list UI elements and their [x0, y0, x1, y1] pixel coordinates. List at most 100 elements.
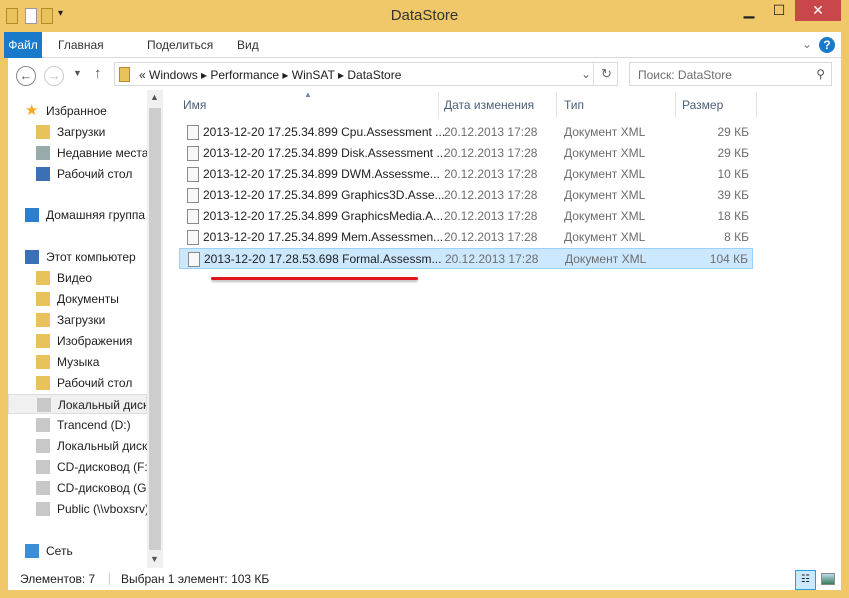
sidebar-item[interactable]: Видео: [8, 268, 147, 288]
column-header-date[interactable]: Дата изменения: [444, 98, 534, 112]
tab-home[interactable]: Главная: [48, 32, 114, 58]
file-row[interactable]: 2013-12-20 17.25.34.899 Mem.Assessmen...…: [179, 227, 753, 248]
sidebar-item-label: Локальный диск (E:): [57, 439, 147, 453]
file-size: 29 КБ: [717, 125, 749, 139]
file-type: Документ XML: [564, 188, 646, 202]
file-row[interactable]: 2013-12-20 17.25.34.899 GraphicsMedia.A.…: [179, 206, 753, 227]
file-date: 20.12.2013 17:28: [444, 230, 538, 244]
file-name: 2013-12-20 17.25.34.899 DWM.Assessme...: [203, 167, 440, 181]
sidebar-item-label: CD-дисковод (G:): [57, 481, 147, 495]
file-name: 2013-12-20 17.25.34.899 GraphicsMedia.A.…: [203, 209, 444, 223]
downloads-folder-icon: [36, 313, 50, 327]
file-row[interactable]: 2013-12-20 17.25.34.899 Graphics3D.Asse.…: [179, 185, 753, 206]
details-view-button[interactable]: ☷: [795, 570, 816, 590]
file-row[interactable]: 2013-12-20 17.28.53.698 Formal.Assessm..…: [179, 248, 753, 269]
sidebar-item[interactable]: Trancend (D:): [8, 415, 147, 435]
column-header-size[interactable]: Размер: [682, 98, 723, 112]
video-folder-icon: [36, 271, 50, 285]
scroll-down-icon[interactable]: ▼: [150, 554, 159, 564]
search-placeholder: Поиск: DataStore: [638, 68, 732, 82]
address-bar[interactable]: « Windows ▸ Performance ▸ WinSAT ▸ DataS…: [114, 62, 618, 86]
sidebar-item[interactable]: Рабочий стол: [8, 164, 147, 184]
sidebar-item[interactable]: Недавние места: [8, 143, 147, 163]
forward-button[interactable]: →: [44, 66, 64, 86]
sidebar-item[interactable]: Домашняя группа: [8, 205, 147, 225]
scroll-up-icon[interactable]: ▲: [150, 92, 159, 102]
back-button[interactable]: ←: [16, 66, 36, 86]
xml-file-icon: [187, 146, 199, 161]
file-row[interactable]: 2013-12-20 17.25.34.899 DWM.Assessme... …: [179, 164, 753, 185]
file-date: 20.12.2013 17:28: [445, 252, 539, 266]
expand-ribbon-icon[interactable]: ⌄: [802, 37, 812, 51]
desktop-folder-icon: [36, 376, 50, 390]
sidebar-item[interactable]: CD-дисковод (G:): [8, 478, 147, 498]
desktop-icon: [36, 167, 50, 181]
xml-file-icon: [187, 125, 199, 140]
sidebar-item[interactable]: Этот компьютер: [8, 247, 147, 267]
sidebar-item[interactable]: Загрузки: [8, 310, 147, 330]
annotation-underline: [211, 277, 418, 280]
sidebar-item[interactable]: Локальный диск (C:): [8, 394, 147, 414]
address-dropdown-icon[interactable]: ⌄: [581, 67, 591, 81]
file-size: 10 КБ: [717, 167, 749, 181]
search-input[interactable]: Поиск: DataStore ⚲: [629, 62, 832, 86]
network-icon: [25, 544, 39, 558]
sidebar-item-label: Изображения: [57, 334, 133, 348]
selection-info: Выбран 1 элемент: 103 КБ: [121, 572, 270, 586]
file-size: 104 КБ: [709, 252, 748, 266]
pictures-folder-icon: [36, 334, 50, 348]
sidebar-item-label: Загрузки: [57, 125, 106, 139]
title-bar: ▾ DataStore ▁ ☐ ✕: [0, 0, 849, 32]
xml-file-icon: [187, 167, 199, 182]
breadcrumb[interactable]: « Windows ▸ Performance ▸ WinSAT ▸ DataS…: [139, 68, 401, 82]
file-row[interactable]: 2013-12-20 17.25.34.899 Disk.Assessment …: [179, 143, 753, 164]
minimize-button[interactable]: ▁: [734, 0, 764, 21]
recent-locations-icon[interactable]: ▼: [73, 68, 82, 78]
up-button[interactable]: ↑: [94, 65, 102, 82]
sidebar-item-label: Музыка: [57, 355, 100, 369]
maximize-button[interactable]: ☐: [764, 0, 794, 21]
sidebar-item[interactable]: Загрузки: [8, 122, 147, 142]
refresh-icon[interactable]: ↻: [601, 66, 612, 82]
tab-share[interactable]: Поделиться: [137, 32, 223, 58]
cd-drive-icon: [36, 460, 50, 474]
close-button[interactable]: ✕: [795, 0, 841, 21]
xml-file-icon: [187, 209, 199, 224]
sidebar-item[interactable]: Сеть: [8, 541, 147, 561]
sidebar-item[interactable]: Локальный диск (E:): [8, 436, 147, 456]
column-header-name[interactable]: Имя: [183, 98, 206, 112]
sidebar-item-label: CD-дисковод (F:): [57, 460, 147, 474]
large-icons-view-button[interactable]: [821, 573, 835, 585]
sidebar-item-label: Сеть: [46, 544, 73, 558]
scrollbar-thumb[interactable]: [149, 108, 161, 550]
sidebar-item[interactable]: Документы: [8, 289, 147, 309]
sidebar-item[interactable]: Музыка: [8, 352, 147, 372]
sidebar-item[interactable]: CD-дисковод (F:): [8, 457, 147, 477]
file-size: 18 КБ: [717, 209, 749, 223]
sidebar-item-label: Домашняя группа: [46, 208, 146, 222]
sidebar-item-label: Этот компьютер: [46, 250, 136, 264]
virtualbox-cd-icon: [36, 481, 50, 495]
sidebar-item[interactable]: Public (\\vboxsrv): [8, 499, 147, 519]
search-icon[interactable]: ⚲: [816, 67, 825, 81]
file-size: 8 КБ: [724, 230, 749, 244]
column-header-type[interactable]: Тип: [564, 98, 584, 112]
file-size: 29 КБ: [717, 146, 749, 160]
help-button[interactable]: ?: [819, 37, 835, 53]
sidebar-item-label: Документы: [57, 292, 119, 306]
sidebar-item-label: Видео: [57, 271, 93, 285]
explorer-window: Файл Главная Поделиться Вид ⌄ ? ← → ▼ ↑ …: [4, 32, 841, 590]
sidebar-item[interactable]: Рабочий стол: [8, 373, 147, 393]
file-name: 2013-12-20 17.25.34.899 Mem.Assessmen...: [203, 230, 444, 244]
file-type: Документ XML: [564, 230, 646, 244]
file-name: 2013-12-20 17.25.34.899 Graphics3D.Asse.…: [203, 188, 445, 202]
file-size: 39 КБ: [717, 188, 749, 202]
tab-view[interactable]: Вид: [227, 32, 269, 58]
file-row[interactable]: 2013-12-20 17.25.34.899 Cpu.Assessment .…: [179, 122, 753, 143]
sidebar-item[interactable]: Изображения: [8, 331, 147, 351]
sidebar-item-label: Недавние места: [57, 146, 147, 160]
tab-file[interactable]: Файл: [4, 32, 42, 58]
sidebar-item[interactable]: ★ Избранное: [8, 101, 147, 121]
file-type: Документ XML: [564, 146, 646, 160]
file-type: Документ XML: [565, 252, 647, 266]
